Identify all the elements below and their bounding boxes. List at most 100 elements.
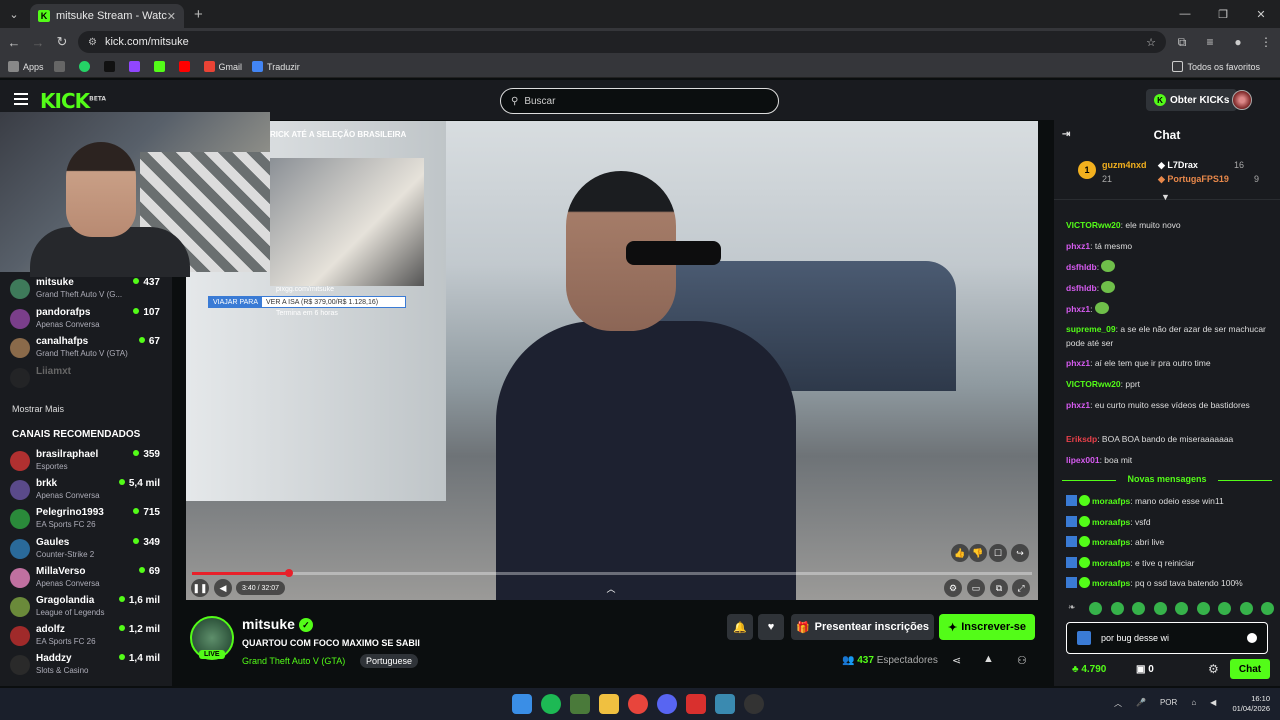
- app-icon[interactable]: [570, 694, 590, 714]
- follow-heart-button[interactable]: ♥: [758, 614, 784, 640]
- photos-icon[interactable]: [715, 694, 735, 714]
- maximize-icon[interactable]: ❐: [1204, 0, 1242, 28]
- gift-subs-button[interactable]: 🎁 Presentear inscrições: [791, 614, 934, 640]
- sidebar-channel-adolfz[interactable]: adolfz EA Sports FC 26 1,2 mil: [10, 623, 168, 651]
- sidebar-channel-brkk[interactable]: brkk Apenas Conversa 5,4 mil: [10, 477, 168, 505]
- sidebar-channel-pelegrino1993[interactable]: Pelegrino1993 EA Sports FC 26 715: [10, 506, 168, 534]
- language-tag[interactable]: Portuguese: [360, 654, 419, 668]
- emote-picker-icon[interactable]: [1077, 631, 1091, 645]
- url-field[interactable]: ⚙ kick.com/mitsuke ☆: [78, 31, 1166, 53]
- subscribe-button[interactable]: ✦ Inscrever-se: [939, 614, 1035, 640]
- show-more-link[interactable]: Mostrar Mais: [12, 404, 64, 414]
- back-icon[interactable]: ←: [2, 35, 26, 50]
- leader-3-name[interactable]: ◆ PortugaFPS19: [1158, 174, 1229, 185]
- progress-handle[interactable]: [284, 569, 293, 577]
- emote-icon[interactable]: [1218, 602, 1232, 615]
- sidebar-channel-canalhafps[interactable]: canalhafps Grand Theft Auto V (GTA) 67: [10, 335, 168, 363]
- emote-icon[interactable]: [1239, 602, 1253, 615]
- chat-username[interactable]: lipex001: [1066, 455, 1100, 465]
- chat-username[interactable]: moraafps: [1092, 578, 1130, 588]
- volume-icon[interactable]: ◀: [214, 579, 232, 597]
- chat-username[interactable]: phxz1: [1066, 400, 1090, 410]
- extensions-icon[interactable]: ⧉: [1168, 35, 1196, 50]
- chat-username[interactable]: moraafps: [1092, 558, 1130, 568]
- stream-category[interactable]: Grand Theft Auto V (GTA): [242, 656, 345, 666]
- leader-1-name[interactable]: guzm4nxd: [1102, 160, 1147, 170]
- expand-leaderboard-icon[interactable]: ▼: [1161, 192, 1170, 202]
- new-messages-divider[interactable]: Novas mensagens: [1062, 474, 1272, 484]
- bookmark-whatsapp[interactable]: [78, 61, 94, 72]
- bookmark-translate[interactable]: Traduzir: [252, 61, 300, 72]
- pause-icon[interactable]: ❚❚: [191, 579, 209, 597]
- profile-icon[interactable]: ●: [1224, 35, 1252, 49]
- chat-username[interactable]: dsfhldb: [1066, 262, 1097, 272]
- minimize-icon[interactable]: —: [1166, 0, 1204, 28]
- share-icon[interactable]: ⋖: [952, 654, 961, 667]
- emote-icon[interactable]: [1153, 602, 1167, 615]
- chat-username[interactable]: VICTORww20: [1066, 379, 1121, 389]
- tray-chevron-icon[interactable]: ︿: [1114, 698, 1122, 709]
- network-icon[interactable]: ⌂: [1191, 698, 1196, 709]
- new-tab-icon[interactable]: +: [194, 6, 203, 23]
- reload-icon[interactable]: ↻: [50, 34, 74, 50]
- search-input[interactable]: ⚲ Buscar: [500, 88, 779, 114]
- chat-settings-icon[interactable]: ⚙: [1208, 662, 1219, 676]
- channel-points[interactable]: ♣ 4.790: [1072, 664, 1106, 675]
- kick-logo[interactable]: KICKBETA: [40, 89, 106, 113]
- like-icon[interactable]: 👍: [951, 544, 969, 562]
- chat-username[interactable]: phxz1: [1066, 304, 1090, 314]
- emote-icon[interactable]: [1132, 602, 1146, 615]
- sidebar-channel-mitsuke[interactable]: mitsuke Grand Theft Auto V (G... 437: [10, 276, 168, 304]
- bookmark-twitch[interactable]: [128, 61, 144, 72]
- tab-search-icon[interactable]: ⌄: [0, 0, 28, 28]
- file-explorer-icon[interactable]: [599, 694, 619, 714]
- emote-icon[interactable]: [1260, 602, 1274, 615]
- emote-icon[interactable]: [1110, 602, 1124, 615]
- emote-icon[interactable]: [1196, 602, 1210, 615]
- spotify-icon[interactable]: [541, 694, 561, 714]
- theater-icon[interactable]: ▭: [967, 579, 985, 597]
- chat-username[interactable]: VICTORww20: [1066, 220, 1121, 230]
- language-indicator[interactable]: POR: [1160, 698, 1177, 709]
- user-avatar[interactable]: [1232, 90, 1252, 110]
- kicks-balance[interactable]: ▣ 0: [1136, 664, 1154, 675]
- mic-icon[interactable]: 🎤: [1136, 698, 1146, 709]
- collapse-chat-icon[interactable]: ⇥: [1062, 129, 1070, 140]
- browser-tab[interactable]: K mitsuke Stream - Watch Li... ✕: [30, 4, 184, 28]
- bookmark-star-icon[interactable]: ☆: [1146, 36, 1156, 49]
- chat-input[interactable]: por bug desse wi: [1066, 622, 1268, 654]
- windows-start-icon[interactable]: [512, 694, 532, 714]
- share-clip-icon[interactable]: ↪: [1011, 544, 1029, 562]
- sidebar-channel-haddzy[interactable]: Haddzy Slots & Casino 1,4 mil: [10, 652, 168, 680]
- bookmark-x[interactable]: [103, 61, 119, 72]
- emote-icon[interactable]: [1175, 602, 1189, 615]
- chat-username[interactable]: Eriksdp: [1066, 434, 1097, 444]
- settings-icon[interactable]: ⚙: [944, 579, 962, 597]
- clock[interactable]: 16:10 01/04/2026: [1232, 694, 1270, 714]
- game-launcher-icon[interactable]: [686, 694, 706, 714]
- pip-icon[interactable]: ⧉: [990, 579, 1008, 597]
- comment-icon[interactable]: ☐: [989, 544, 1007, 562]
- chrome-icon[interactable]: [628, 694, 648, 714]
- chat-send-button[interactable]: Chat: [1230, 659, 1270, 679]
- chat-username[interactable]: moraafps: [1092, 537, 1130, 547]
- leader-2-name[interactable]: ◆ L7Drax: [1158, 160, 1198, 171]
- forward-icon[interactable]: →: [26, 35, 50, 50]
- chat-username[interactable]: dsfhldb: [1066, 283, 1097, 293]
- expand-up-icon[interactable]: ︿: [602, 579, 620, 597]
- chat-username[interactable]: moraafps: [1092, 496, 1130, 506]
- chat-username[interactable]: moraafps: [1092, 517, 1130, 527]
- progress-bar[interactable]: [192, 569, 1032, 577]
- notification-bell-button[interactable]: 🔔: [727, 614, 753, 640]
- fullscreen-icon[interactable]: ⤢: [1012, 579, 1030, 597]
- hamburger-menu-icon[interactable]: [14, 93, 28, 105]
- sidebar-channel-gaules[interactable]: Gaules Counter-Strike 2 349: [10, 536, 168, 564]
- media-icon[interactable]: ≡: [1196, 35, 1224, 49]
- sidebar-channel-pandorafps[interactable]: pandorafps Apenas Conversa 107: [10, 306, 168, 334]
- report-icon[interactable]: ▲: [983, 653, 994, 665]
- all-favorites[interactable]: Todos os favoritos: [1172, 61, 1260, 72]
- close-window-icon[interactable]: ✕: [1242, 0, 1280, 28]
- get-kicks-button[interactable]: K Obter KICKs: [1146, 89, 1238, 111]
- menu-icon[interactable]: ⋮: [1252, 35, 1280, 49]
- close-tab-icon[interactable]: ✕: [167, 10, 176, 23]
